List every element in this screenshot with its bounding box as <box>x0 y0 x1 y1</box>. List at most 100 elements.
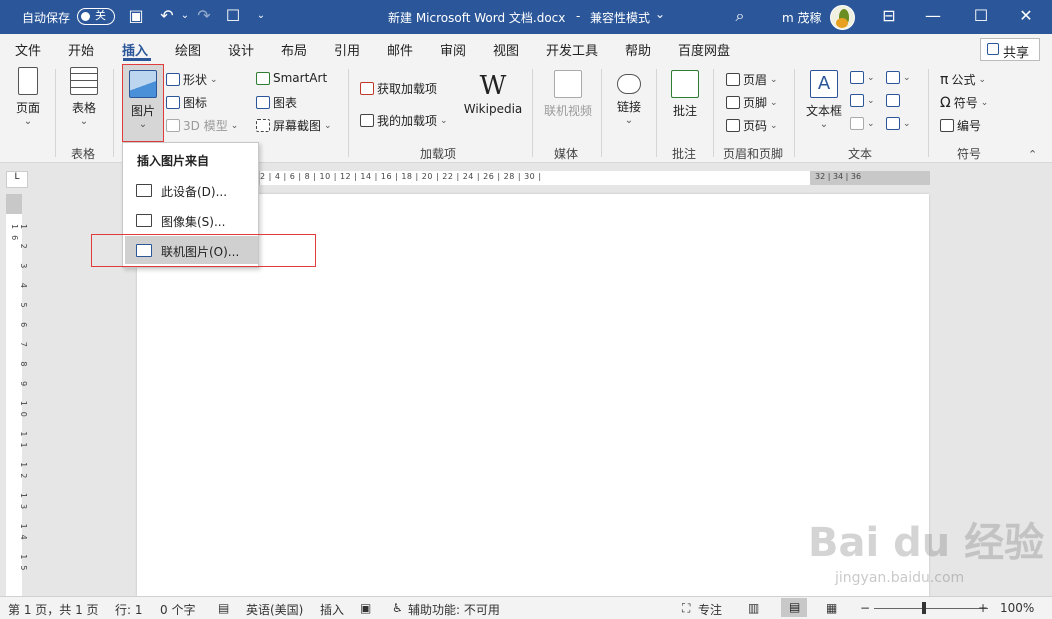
proofing-icon[interactable]: ▤ <box>218 601 229 615</box>
comment-button[interactable]: 批注 <box>668 70 702 119</box>
signature-icon <box>886 71 900 84</box>
accessibility-status[interactable]: 辅助功能: 不可用 <box>408 601 500 618</box>
quick-parts-button[interactable]: ⌄ <box>850 71 875 84</box>
smartart-label: SmartArt <box>273 71 328 85</box>
search-icon[interactable]: ⌕ <box>729 6 751 26</box>
footer-label: 页脚 <box>743 96 768 110</box>
chevron-down-icon: ⌄ <box>770 120 778 131</box>
tab-home[interactable]: 开始 <box>68 40 94 59</box>
header-button[interactable]: 页眉 ⌄ <box>726 71 778 88</box>
group-label-media: 媒体 <box>554 147 579 161</box>
icons-button[interactable]: 图标 <box>166 94 207 111</box>
signature-line-button[interactable]: ⌄ <box>886 71 911 84</box>
tab-draw[interactable]: 绘图 <box>175 40 201 59</box>
read-mode-icon[interactable]: ▥ <box>748 601 759 615</box>
vertical-ruler[interactable]: 1 2 3 4 5 6 7 8 9 10 11 12 13 14 15 16 <box>6 194 28 596</box>
share-label: 共享 <box>1003 46 1030 61</box>
annotation-highlight-box <box>91 234 316 267</box>
tab-selector[interactable]: L <box>6 171 28 188</box>
zoom-slider-track[interactable] <box>874 608 988 609</box>
divider <box>348 69 349 157</box>
numbering-button[interactable]: 编号 <box>940 117 981 134</box>
wordart-icon <box>850 94 864 107</box>
table-button[interactable]: 表格 ⌄ <box>66 67 102 128</box>
quick-parts-icon <box>850 71 864 84</box>
menu-item-this-device[interactable]: 此设备(D)... <box>125 176 258 204</box>
collapse-ribbon-icon[interactable]: ⌃ <box>1028 148 1037 161</box>
divider <box>532 69 533 157</box>
screenshot-label: 屏幕截图 <box>273 119 322 133</box>
tab-help[interactable]: 帮助 <box>625 40 651 59</box>
screenshot-button[interactable]: 屏幕截图 ⌄ <box>256 117 332 134</box>
pages-button[interactable]: 页面 ⌄ <box>10 67 46 128</box>
redo-icon: ↷ <box>197 6 211 25</box>
chevron-down-icon: ⌄ <box>79 116 89 127</box>
insert-mode[interactable]: 插入 <box>320 601 344 618</box>
object-button[interactable]: ⌄ <box>886 117 911 130</box>
avatar[interactable] <box>830 5 855 30</box>
chevron-down-icon: ⌄ <box>903 72 911 83</box>
macro-icon[interactable]: ▣ <box>360 601 371 615</box>
pictures-button[interactable]: 图片 ⌄ <box>124 70 162 131</box>
touch-mode-icon[interactable]: ☐ <box>222 6 244 26</box>
wordart-button[interactable]: ⌄ <box>850 94 875 107</box>
my-addins-button[interactable]: 我的加载项 ⌄ <box>360 112 448 129</box>
menu-item-label: 此设备(D)... <box>161 185 228 199</box>
share-button[interactable]: 共享 <box>980 38 1040 61</box>
footer-button[interactable]: 页脚 ⌄ <box>726 94 778 111</box>
zoom-in-button[interactable]: + <box>978 601 988 615</box>
baidu-watermark: Bai du 经验 <box>808 520 1045 566</box>
language[interactable]: 英语(美国) <box>246 601 303 618</box>
picture-icon <box>129 70 157 98</box>
equation-button[interactable]: π 公式 ⌄ <box>940 71 986 88</box>
chevron-down-icon: ⌄ <box>230 120 239 131</box>
link-button[interactable]: 链接 ⌄ <box>612 70 646 127</box>
shapes-button[interactable]: 形状 ⌄ <box>166 71 218 88</box>
autosave-toggle[interactable]: 关 <box>77 8 115 25</box>
user-name[interactable]: m 茂稼 <box>782 9 822 26</box>
close-icon[interactable]: ✕ <box>1015 6 1037 26</box>
focus-icon: ⛶ <box>682 601 691 615</box>
word-count[interactable]: 0 个字 <box>160 601 195 618</box>
date-time-button[interactable] <box>886 94 900 107</box>
save-icon[interactable]: ▣ <box>125 6 147 26</box>
focus-mode[interactable]: 专注 <box>698 601 722 618</box>
page-count[interactable]: 第 1 页，共 1 页 <box>8 601 99 618</box>
divider <box>113 69 114 157</box>
customize-qat-icon[interactable]: ⌄ <box>250 6 272 26</box>
smartart-button[interactable]: SmartArt <box>256 71 327 85</box>
maximize-icon[interactable]: ☐ <box>970 6 992 26</box>
online-video-button: 联机视频 <box>542 70 594 119</box>
drop-cap-icon <box>850 117 864 130</box>
horizontal-ruler[interactable]: 2 | 4 | 6 | 8 | 10 | 12 | 14 | 16 | 18 |… <box>160 171 930 185</box>
tab-review[interactable]: 审阅 <box>440 40 466 59</box>
tab-baidu-netdisk[interactable]: 百度网盘 <box>678 40 730 59</box>
menu-item-stock-images[interactable]: 图像集(S)... <box>125 206 258 234</box>
tab-file[interactable]: 文件 <box>15 40 41 59</box>
web-layout-icon[interactable]: ▦ <box>826 601 837 615</box>
tab-layout[interactable]: 布局 <box>281 40 307 59</box>
textbox-button[interactable]: A 文本框 ⌄ <box>804 70 844 131</box>
minimize-icon[interactable]: — <box>922 6 944 26</box>
ribbon-display-icon[interactable]: ⊟ <box>878 6 900 26</box>
table-label: 表格 <box>71 101 96 115</box>
zoom-out-button[interactable]: − <box>860 601 870 615</box>
zoom-slider-handle[interactable] <box>922 602 926 614</box>
print-layout-button[interactable]: ▤ <box>781 598 807 617</box>
divider <box>713 69 714 157</box>
page-number-label: 页码 <box>743 119 768 133</box>
tab-design[interactable]: 设计 <box>228 40 254 59</box>
line-number[interactable]: 行: 1 <box>115 601 143 618</box>
tab-references[interactable]: 引用 <box>334 40 360 59</box>
chart-button[interactable]: 图表 <box>256 94 297 111</box>
tab-mailings[interactable]: 邮件 <box>387 40 413 59</box>
tab-view[interactable]: 视图 <box>493 40 519 59</box>
page-number-button[interactable]: 页码 ⌄ <box>726 117 778 134</box>
tab-developer[interactable]: 开发工具 <box>546 40 598 59</box>
wikipedia-button[interactable]: W Wikipedia <box>462 70 524 116</box>
zoom-level[interactable]: 100% <box>1000 601 1034 615</box>
symbol-button[interactable]: Ω 符号 ⌄ <box>940 94 988 111</box>
get-addins-button[interactable]: 获取加载项 <box>360 80 437 97</box>
menu-item-label: 图像集(S)... <box>161 215 226 229</box>
tab-insert[interactable]: 插入 <box>122 40 148 59</box>
